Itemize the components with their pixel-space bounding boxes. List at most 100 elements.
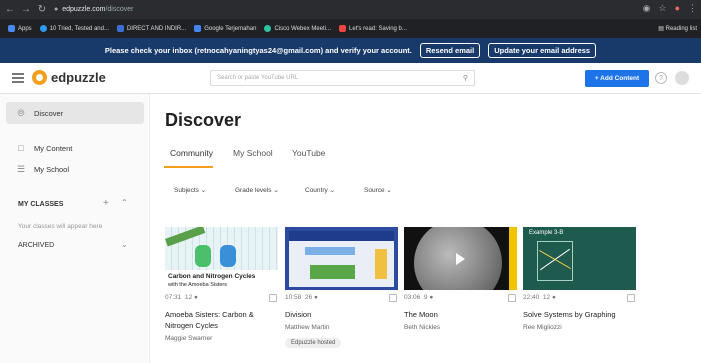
banner-message: Please check your inbox (retnocahyaningt… bbox=[104, 46, 412, 55]
video-card[interactable]: Example 3-B 22:40 12 ● Solve Systems by … bbox=[523, 227, 636, 331]
back-icon[interactable]: ← bbox=[4, 4, 16, 15]
thumbnail-title: Carbon and Nitrogen Cycles bbox=[168, 273, 256, 280]
bookmark-apps[interactable]: Apps bbox=[8, 25, 32, 32]
chevron-down-icon: ⌄ bbox=[200, 187, 207, 194]
resend-email-button[interactable]: Resend email bbox=[419, 43, 481, 58]
video-title[interactable]: Solve Systems by Graphing bbox=[523, 309, 636, 320]
help-icon[interactable]: ? bbox=[655, 72, 667, 84]
extension-icon[interactable]: ◉ bbox=[643, 3, 651, 14]
bookmarks-bar: Apps 10 Tried, Tested and... DIRECT AND … bbox=[0, 19, 701, 38]
select-checkbox[interactable] bbox=[389, 294, 397, 302]
bookmark-4[interactable]: Cisco Webex Meeti... bbox=[264, 25, 331, 32]
star-icon[interactable]: ☆ bbox=[658, 3, 666, 14]
reading-list-icon: ▤ bbox=[658, 26, 666, 32]
forward-icon[interactable]: → bbox=[20, 4, 32, 15]
filter-subjects[interactable]: Subjects ⌄ bbox=[174, 186, 206, 194]
edpuzzle-logo[interactable]: edpuzzle bbox=[32, 70, 106, 85]
select-checkbox[interactable] bbox=[508, 294, 516, 302]
video-card[interactable]: 10:58 26 ● Division Matthew Martin Edpuz… bbox=[285, 227, 398, 349]
chevron-up-icon[interactable]: ⌃ bbox=[121, 198, 128, 207]
bookmark-2[interactable]: DIRECT AND INDIR... bbox=[116, 25, 186, 32]
my-classes-heading: MY CLASSES bbox=[18, 201, 64, 208]
hamburger-icon[interactable] bbox=[12, 73, 24, 83]
add-class-icon[interactable]: + bbox=[103, 198, 109, 209]
chevron-down-icon[interactable]: ⌄ bbox=[121, 240, 128, 249]
video-author: Beth Nickles bbox=[404, 324, 441, 331]
sidebar-item-label: Discover bbox=[34, 108, 64, 118]
active-tab-indicator bbox=[164, 166, 213, 168]
url-host: edpuzzle.com bbox=[62, 6, 106, 13]
apps-icon bbox=[8, 25, 15, 32]
bookmark-1[interactable]: 10 Tried, Tested and... bbox=[39, 25, 109, 32]
sidebar-item-discover[interactable]: ⦾ Discover bbox=[6, 102, 144, 124]
thumbnail-heading: Example 3-B bbox=[529, 230, 564, 236]
bookmark-favicon bbox=[116, 25, 124, 32]
sidebar: ⦾ Discover □ My Content ☰ My School MY C… bbox=[0, 94, 150, 363]
avatar[interactable] bbox=[675, 71, 689, 85]
menu-icon[interactable]: ⋮ bbox=[688, 3, 697, 14]
amoeba-illustration bbox=[220, 245, 236, 267]
sidebar-item-label: My School bbox=[34, 164, 70, 174]
add-content-button[interactable]: + Add Content bbox=[585, 70, 649, 87]
sidebar-item-my-content[interactable]: □ My Content bbox=[6, 137, 144, 159]
sidebar-item-label: My Content bbox=[34, 143, 73, 153]
video-title[interactable]: Division bbox=[285, 309, 398, 320]
question-icon: ● bbox=[313, 294, 318, 301]
select-checkbox[interactable] bbox=[269, 294, 277, 302]
empty-classes-text: Your classes will appear here bbox=[18, 223, 103, 230]
tab-youtube[interactable]: YouTube bbox=[292, 148, 325, 158]
hosted-badge: Edpuzzle hosted bbox=[285, 338, 342, 348]
compass-icon: ⦾ bbox=[17, 108, 25, 118]
chevron-down-icon: ⌄ bbox=[329, 187, 336, 194]
video-title[interactable]: Amoeba Sisters: Carbon & Nitrogen Cycles bbox=[165, 309, 278, 331]
folder-icon: □ bbox=[18, 143, 24, 153]
video-meta: 22:40 12 ● bbox=[523, 294, 636, 303]
video-thumbnail[interactable] bbox=[404, 227, 517, 290]
page-title: Discover bbox=[165, 110, 242, 130]
video-thumbnail[interactable]: Example 3-B bbox=[523, 227, 636, 290]
video-author: Ree Migliozzi bbox=[523, 324, 562, 331]
update-email-button[interactable]: Update your email address bbox=[488, 43, 597, 58]
address-bar[interactable]: ● edpuzzle.com/discover bbox=[54, 3, 133, 16]
bookmark-favicon bbox=[339, 25, 347, 32]
browser-toolbar: ← → ↻ ● edpuzzle.com/discover ◉ ☆ ● ⋮ bbox=[0, 0, 701, 19]
filter-source[interactable]: Source ⌄ bbox=[364, 186, 392, 194]
reload-icon[interactable]: ↻ bbox=[36, 4, 48, 15]
question-icon: ● bbox=[551, 294, 556, 301]
verify-banner: Please check your inbox (retnocahyaningt… bbox=[0, 38, 701, 63]
logo-icon bbox=[32, 70, 47, 85]
filter-grade-levels[interactable]: Grade levels ⌄ bbox=[235, 186, 279, 194]
logo-text: edpuzzle bbox=[51, 70, 106, 85]
video-title[interactable]: The Moon bbox=[404, 309, 517, 320]
lock-icon: ● bbox=[54, 6, 59, 13]
select-checkbox[interactable] bbox=[627, 294, 635, 302]
video-card[interactable]: Carbon and Nitrogen Cycles with the Amoe… bbox=[165, 227, 278, 342]
tab-community[interactable]: Community bbox=[170, 148, 213, 158]
url-path: /discover bbox=[105, 6, 134, 13]
filter-country[interactable]: Country ⌄ bbox=[305, 186, 335, 194]
sidebar-item-my-school[interactable]: ☰ My School bbox=[6, 158, 144, 180]
video-card[interactable]: 03:06 9 ● The Moon Beth Nickles bbox=[404, 227, 517, 331]
reading-list[interactable]: ▤ Reading list bbox=[658, 25, 697, 32]
tab-my-school[interactable]: My School bbox=[233, 148, 273, 158]
question-icon: ● bbox=[193, 294, 198, 301]
play-icon[interactable] bbox=[456, 253, 465, 265]
thumbnail-subtitle: with the Amoeba Sisters bbox=[168, 282, 228, 288]
video-thumbnail[interactable] bbox=[285, 227, 398, 290]
school-icon: ☰ bbox=[16, 164, 26, 174]
bookmark-3[interactable]: Google Terjemahan bbox=[194, 25, 256, 32]
archived-heading[interactable]: ARCHIVED bbox=[18, 242, 54, 249]
bookmark-favicon bbox=[39, 25, 47, 32]
webex-icon bbox=[264, 25, 272, 32]
bookmark-5[interactable]: Let's read: Saving b... bbox=[339, 25, 407, 32]
search-icon[interactable]: ⚲ bbox=[463, 74, 468, 82]
video-author: Maggie Swarner bbox=[165, 335, 213, 342]
search-input[interactable]: Search or paste YouTube URL ⚲ bbox=[210, 70, 475, 86]
translate-icon bbox=[194, 25, 202, 32]
video-meta: 10:58 26 ● bbox=[285, 294, 398, 303]
video-meta: 03:06 9 ● bbox=[404, 294, 517, 303]
profile-icon[interactable]: ● bbox=[675, 3, 680, 14]
video-author: Matthew Martin bbox=[285, 324, 330, 331]
amoeba-illustration bbox=[195, 245, 211, 267]
video-thumbnail[interactable]: Carbon and Nitrogen Cycles with the Amoe… bbox=[165, 227, 278, 290]
